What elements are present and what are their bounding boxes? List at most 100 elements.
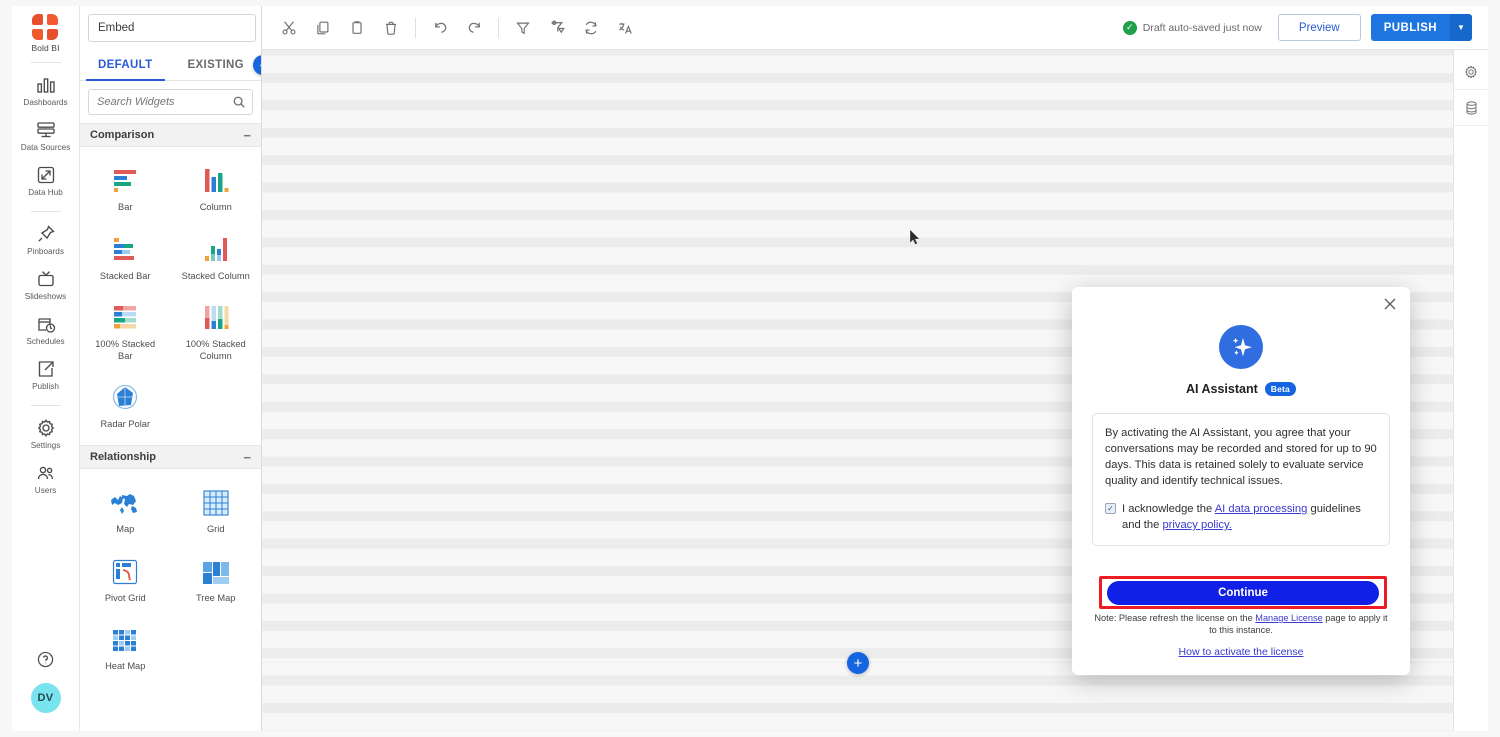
redo-button[interactable] bbox=[457, 13, 491, 43]
publish-button[interactable]: PUBLISH bbox=[1370, 14, 1450, 41]
beta-badge: Beta bbox=[1264, 382, 1296, 396]
widget-radar-polar[interactable]: Radar Polar bbox=[80, 372, 171, 441]
copy-icon bbox=[317, 21, 329, 34]
bold-bi-logo-icon bbox=[32, 14, 59, 40]
avatar[interactable]: DV bbox=[30, 683, 61, 713]
ai-dialog-title: AI Assistant bbox=[1185, 382, 1258, 396]
manage-license-link[interactable]: Manage License bbox=[1255, 613, 1322, 623]
widget-heat-map[interactable]: Heat Map bbox=[80, 614, 171, 683]
sidebar-label-slideshows: Slideshows bbox=[24, 292, 67, 302]
filter-funnel-icon bbox=[516, 22, 530, 34]
search-widgets-box[interactable] bbox=[88, 89, 253, 115]
ai-data-processing-link[interactable]: AI data processing bbox=[1215, 503, 1308, 515]
sidebar-item-users[interactable]: Users bbox=[12, 455, 79, 500]
activate-license-row: How to activate the license bbox=[1072, 646, 1410, 658]
trash-icon bbox=[385, 21, 397, 35]
widget-label-grid: Grid bbox=[206, 524, 225, 535]
translate-icon bbox=[619, 22, 632, 34]
pct-stacked-column-icon bbox=[201, 300, 231, 332]
group-header-relationship[interactable]: Relationship − bbox=[80, 445, 261, 470]
collapse-minus-icon-relationship[interactable]: − bbox=[243, 451, 251, 464]
pct-stacked-bar-icon bbox=[110, 300, 140, 332]
sidebar-item-pinboards[interactable]: Pinboards bbox=[12, 216, 79, 261]
widget-map[interactable]: Map bbox=[80, 477, 171, 546]
tab-existing[interactable]: EXISTING bbox=[171, 50, 262, 80]
help-question-icon[interactable] bbox=[35, 649, 56, 670]
schedule-clock-icon bbox=[35, 313, 57, 334]
widget-column[interactable]: Column bbox=[171, 155, 262, 224]
paste-button[interactable] bbox=[340, 13, 374, 43]
group-header-comparison[interactable]: Comparison − bbox=[80, 123, 261, 147]
sidebar-item-slideshows[interactable]: Slideshows bbox=[12, 261, 79, 306]
close-icon[interactable] bbox=[1382, 296, 1398, 312]
widget-stacked-column[interactable]: Stacked Column bbox=[171, 224, 262, 293]
widget-label-column: Column bbox=[199, 202, 232, 212]
pivot-grid-icon bbox=[111, 554, 139, 586]
sidebar-label-pinboards: Pinboards bbox=[27, 247, 64, 257]
ack-prefix: I acknowledge the bbox=[1122, 503, 1215, 516]
sidebar-label-data-sources: Data Sources bbox=[20, 143, 71, 153]
continue-highlight-box: Continue bbox=[1099, 576, 1387, 609]
sidebar-item-publish[interactable]: Publish bbox=[12, 351, 79, 396]
rail-divider-2 bbox=[30, 211, 61, 213]
stacked-column-icon bbox=[201, 232, 231, 264]
ai-assistant-dialog: AI Assistant Beta By activating the AI A… bbox=[1072, 287, 1410, 675]
widget-bar[interactable]: Bar bbox=[80, 155, 171, 224]
widget-100-stacked-column[interactable]: 100% Stacked Column bbox=[171, 292, 262, 372]
sidebar-item-settings[interactable]: Settings bbox=[12, 410, 79, 455]
collapse-minus-icon-comparison[interactable]: − bbox=[243, 129, 251, 142]
sidebar-item-data-sources[interactable]: Data Sources bbox=[12, 112, 79, 157]
delete-button[interactable] bbox=[374, 13, 408, 43]
publish-button-group[interactable]: PUBLISH ▼ bbox=[1370, 14, 1472, 41]
privacy-policy-link[interactable]: privacy policy. bbox=[1162, 519, 1231, 531]
widget-label-radar-polar: Radar Polar bbox=[100, 419, 151, 430]
refresh-button[interactable] bbox=[574, 13, 608, 43]
cut-button[interactable] bbox=[272, 13, 306, 43]
history-tools-group bbox=[423, 13, 491, 43]
acknowledge-checkbox[interactable]: ✓ bbox=[1105, 503, 1116, 515]
dashboards-icon bbox=[35, 74, 57, 95]
continue-button[interactable]: Continue bbox=[1107, 580, 1379, 605]
sidebar-item-dashboards[interactable]: Dashboards bbox=[12, 67, 79, 112]
refresh-icon bbox=[585, 21, 597, 34]
data-sources-icon bbox=[35, 119, 57, 140]
connect-filter-button[interactable] bbox=[540, 13, 574, 43]
tab-default[interactable]: DEFAULT bbox=[80, 50, 171, 81]
acknowledge-text: I acknowledge the AI data processing gui… bbox=[1122, 501, 1377, 533]
widget-grid[interactable]: Grid bbox=[171, 477, 262, 546]
dashboard-name-bar bbox=[80, 6, 261, 50]
sidebar-item-data-hub[interactable]: Data Hub bbox=[12, 157, 79, 202]
how-to-activate-license-link[interactable]: How to activate the license bbox=[1179, 646, 1304, 658]
bar-chart-icon bbox=[110, 163, 140, 195]
widget-stacked-bar[interactable]: Stacked Bar bbox=[80, 224, 171, 293]
translate-button[interactable] bbox=[608, 13, 642, 43]
preview-button[interactable]: Preview bbox=[1277, 14, 1361, 41]
widget-100-stacked-bar[interactable]: 100% Stacked Bar bbox=[80, 292, 171, 372]
widget-list[interactable]: Comparison − Bar Column Stacked Bar Stac… bbox=[80, 123, 261, 731]
widget-label-stacked-bar: Stacked Bar bbox=[99, 270, 151, 281]
widget-pivot-grid[interactable]: Pivot Grid bbox=[80, 546, 171, 615]
search-input[interactable] bbox=[89, 90, 252, 114]
add-widget-button[interactable]: + bbox=[847, 652, 869, 674]
bold-bi-logo-label: Bold BI bbox=[31, 43, 60, 53]
widget-label-100-stacked-column: 100% Stacked Column bbox=[185, 339, 246, 361]
ai-title-row: AI Assistant Beta bbox=[1092, 382, 1390, 396]
dashboard-tools-group bbox=[506, 13, 642, 43]
users-icon bbox=[35, 462, 57, 483]
dashboard-name-input[interactable] bbox=[88, 14, 256, 42]
bold-bi-logo[interactable]: Bold BI bbox=[31, 14, 59, 53]
undo-button[interactable] bbox=[423, 13, 457, 43]
license-note: Note: Please refresh the license on the … bbox=[1094, 612, 1388, 636]
sidebar-label-settings: Settings bbox=[30, 441, 61, 451]
filter-button[interactable] bbox=[506, 13, 540, 43]
data-sources-panel-button[interactable] bbox=[1453, 90, 1489, 126]
copy-button[interactable] bbox=[306, 13, 340, 43]
dashboard-settings-button[interactable] bbox=[1453, 54, 1489, 90]
scissors-icon bbox=[282, 20, 296, 35]
widget-tree-map[interactable]: Tree Map bbox=[171, 546, 262, 615]
publish-dropdown-arrow-icon[interactable]: ▼ bbox=[1450, 14, 1472, 41]
radar-polar-icon bbox=[110, 380, 140, 412]
sidebar-label-publish: Publish bbox=[32, 382, 59, 392]
sidebar-item-schedules[interactable]: Schedules bbox=[12, 306, 79, 351]
database-icon bbox=[1466, 100, 1476, 115]
